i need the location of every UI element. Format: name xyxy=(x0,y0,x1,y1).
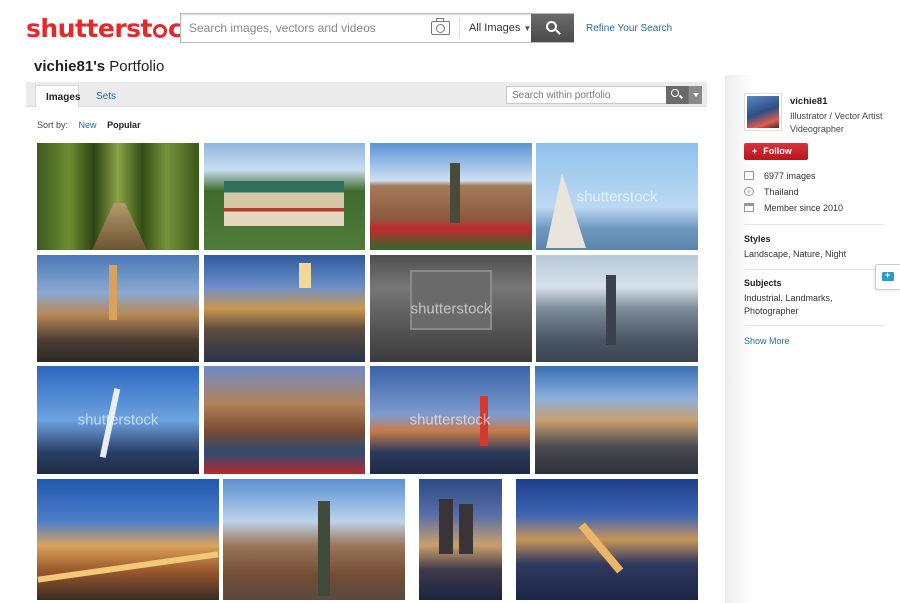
media-type-label: All Images xyxy=(469,22,521,34)
watermark-text: shutterstock xyxy=(576,188,658,205)
sort-label: Sort by: xyxy=(37,120,69,130)
thumbnail[interactable] xyxy=(204,143,365,250)
thumbnail[interactable] xyxy=(204,255,365,362)
main-search-bar: All Images▼ xyxy=(180,13,574,43)
watermark-text: shutterstock xyxy=(77,411,159,429)
profile-role: Illustrator / Vector Artist Videographer xyxy=(790,110,900,135)
show-more-link[interactable]: Show More xyxy=(744,336,790,346)
search-icon xyxy=(546,21,557,32)
avatar-image xyxy=(747,96,779,128)
sort-bar: Sort by: New Popular xyxy=(37,120,141,130)
styles-text: Landscape, Nature, Night xyxy=(744,249,847,259)
portfolio-search xyxy=(506,86,702,104)
thumbnail[interactable] xyxy=(516,479,698,600)
thumbnail[interactable] xyxy=(419,479,502,600)
watermark-text: shutterstock xyxy=(409,411,491,429)
portfolio-search-input[interactable] xyxy=(507,87,665,103)
portfolio-title-suffix: Portfolio xyxy=(105,58,165,75)
avatar[interactable] xyxy=(744,93,782,131)
plus-icon: + xyxy=(752,146,758,156)
thumbnail[interactable] xyxy=(37,143,199,250)
thumbnail[interactable]: shutterstock xyxy=(37,366,199,474)
search-button[interactable] xyxy=(531,14,574,42)
thumbnail[interactable] xyxy=(204,366,365,474)
thumbnail[interactable]: shutterstock xyxy=(370,255,532,362)
styles-heading: Styles xyxy=(744,234,771,244)
sort-popular[interactable]: Popular xyxy=(107,120,141,130)
location: Thailand xyxy=(764,187,799,197)
search-icon xyxy=(671,89,679,97)
page-title: vichie81's Portfolio xyxy=(34,58,164,75)
watermark-text: shutterstock xyxy=(410,300,492,317)
stat-images: 6977 images xyxy=(744,171,816,181)
divider xyxy=(744,224,884,225)
calendar-icon xyxy=(744,203,754,212)
tab-sets[interactable]: Sets xyxy=(86,85,126,107)
profile-username[interactable]: vichie81 xyxy=(790,96,828,107)
stat-member-since: Member since 2010 xyxy=(744,203,843,213)
thumbnail[interactable] xyxy=(370,143,532,250)
member-since: Member since 2010 xyxy=(764,203,844,213)
logo-o-icon xyxy=(153,24,167,38)
role-line: Videographer xyxy=(790,123,844,134)
feedback-tab[interactable] xyxy=(875,264,900,290)
search-input[interactable] xyxy=(181,14,426,42)
divider xyxy=(744,269,884,270)
thumbnail[interactable] xyxy=(535,366,698,474)
thumbnail[interactable]: shutterstock xyxy=(536,143,698,250)
thumbnail[interactable] xyxy=(536,255,698,362)
thumbnail[interactable]: shutterstock xyxy=(370,366,530,474)
profile-sidebar: vichie81 Illustrator / Vector Artist Vide… xyxy=(725,75,900,603)
refine-search-link[interactable]: Refine Your Search xyxy=(586,23,672,34)
role-line: Illustrator / Vector Artist xyxy=(790,111,883,121)
media-type-select[interactable]: All Images ▼ xyxy=(469,22,531,34)
sort-new-link[interactable]: New xyxy=(79,120,97,130)
camera-icon[interactable] xyxy=(431,18,450,35)
portfolio-search-dropdown[interactable] xyxy=(688,86,702,104)
globe-icon xyxy=(744,187,754,196)
divider xyxy=(744,325,884,326)
shutterstock-logo[interactable]: shutterstck xyxy=(26,14,199,43)
portfolio-owner: vichie81's xyxy=(34,58,106,75)
image-icon xyxy=(744,171,754,180)
subjects-text: Industrial, Landmarks, Photographer xyxy=(744,293,833,316)
feedback-icon xyxy=(882,270,894,281)
subjects-heading: Subjects xyxy=(744,278,782,288)
tab-images[interactable]: Images xyxy=(35,85,80,107)
logo-text-a: shutterst xyxy=(26,14,153,43)
thumbnail[interactable] xyxy=(37,479,219,600)
thumbnail[interactable] xyxy=(223,479,405,600)
portfolio-search-button[interactable] xyxy=(666,86,688,104)
divider xyxy=(459,18,460,38)
follow-button[interactable]: + Follow xyxy=(744,143,808,160)
thumbnail[interactable] xyxy=(37,255,199,362)
stat-location: Thailand xyxy=(744,187,799,197)
images-count: 6977 images xyxy=(764,171,816,181)
portfolio-tab-bar: Images Sets xyxy=(26,82,707,107)
follow-label: Follow xyxy=(763,146,792,156)
